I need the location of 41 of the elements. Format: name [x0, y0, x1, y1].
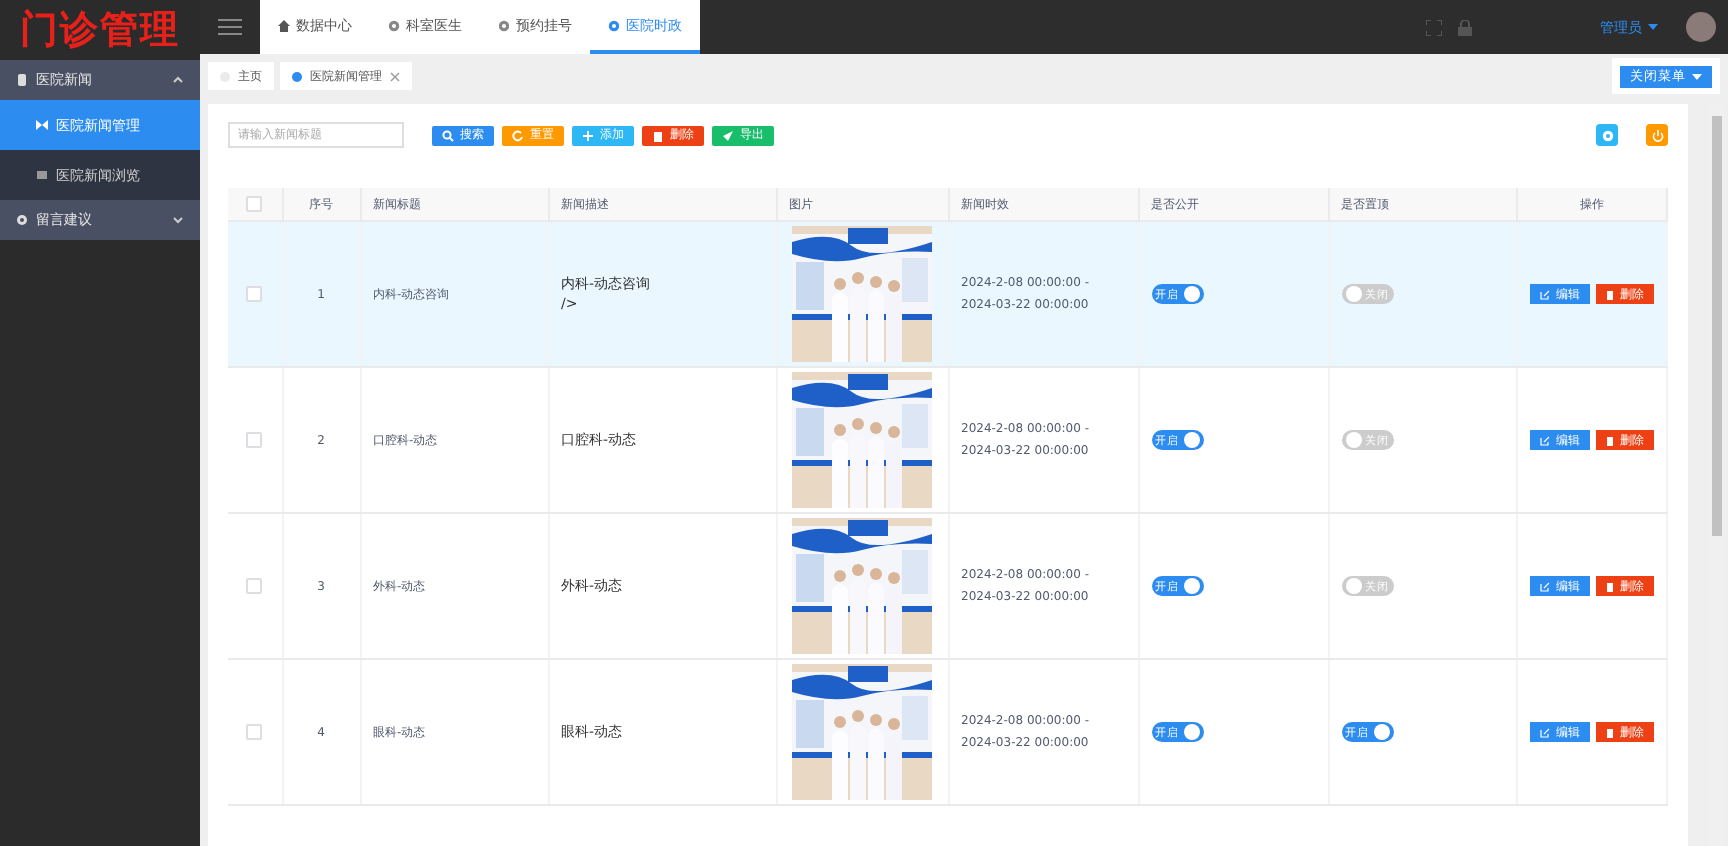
- trash-icon: [1605, 289, 1614, 299]
- refresh-icon: [512, 129, 524, 141]
- trash-icon: [1605, 435, 1614, 445]
- row-checkbox[interactable]: [246, 432, 263, 448]
- plus-icon: [582, 129, 594, 141]
- edit-icon: [1539, 435, 1550, 445]
- edit-icon: [1539, 727, 1550, 737]
- edit-icon: [1539, 581, 1550, 591]
- scrollbar-thumb[interactable]: [1712, 116, 1722, 536]
- gear-icon: [16, 214, 28, 226]
- select-all-checkbox[interactable]: [246, 196, 263, 212]
- power-icon: [1651, 129, 1663, 141]
- fullscreen-icon: [1426, 19, 1442, 35]
- trash-icon: [652, 129, 664, 141]
- app-logo: 门诊管理: [20, 6, 180, 56]
- gear-icon: [608, 19, 620, 31]
- menu-icon: [218, 18, 242, 36]
- settings-button[interactable]: [1596, 124, 1618, 146]
- trash-icon: [1605, 727, 1614, 737]
- lock-icon: [1458, 19, 1472, 35]
- avatar[interactable]: [1686, 12, 1716, 42]
- send-icon: [722, 129, 734, 141]
- bowtie-icon: [36, 120, 48, 130]
- chevron-icon: [172, 74, 184, 86]
- row-checkbox[interactable]: [246, 578, 263, 594]
- row-checkbox[interactable]: [246, 724, 263, 740]
- document-icon: [16, 74, 28, 86]
- gear-icon: [498, 19, 510, 31]
- close-icon: [390, 71, 400, 81]
- trash-icon: [1605, 581, 1614, 591]
- gear-icon: [388, 19, 400, 31]
- caret-icon: [1648, 24, 1658, 30]
- power-button[interactable]: [1646, 124, 1668, 146]
- edit-icon: [1539, 289, 1550, 299]
- home-icon: [278, 19, 290, 31]
- square-icon: [36, 170, 48, 180]
- gear-icon: [1601, 129, 1613, 141]
- search-icon: [442, 129, 454, 141]
- row-checkbox[interactable]: [246, 286, 263, 302]
- chevron-icon: [172, 214, 184, 226]
- caret-icon: [1692, 73, 1702, 79]
